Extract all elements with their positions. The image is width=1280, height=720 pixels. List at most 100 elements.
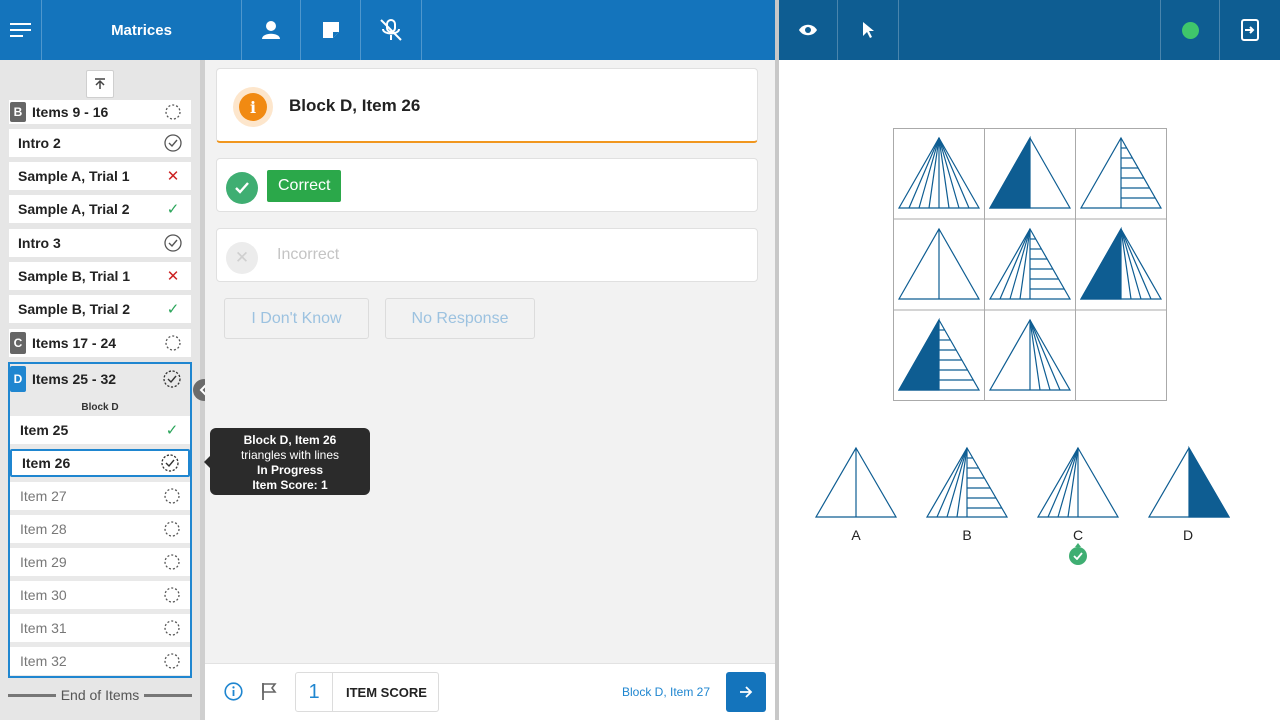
- examinee-button[interactable]: [242, 0, 301, 60]
- sidebar-item-label: Intro 3: [18, 235, 61, 251]
- arrow-to-top-icon: [95, 78, 105, 89]
- option-c-label[interactable]: C: [1068, 527, 1088, 543]
- microphone-off-icon: [380, 19, 402, 41]
- block-d-subtitle: Block D: [81, 402, 119, 413]
- not-started-icon: [154, 521, 190, 537]
- correct-check-icon: ✓: [166, 301, 180, 318]
- audio-recording-button[interactable]: [361, 0, 422, 60]
- item-title: Block D, Item 26: [289, 96, 421, 115]
- not-started-icon: [154, 554, 190, 570]
- not-started-icon: [154, 587, 190, 603]
- divider-line: [144, 693, 192, 697]
- subtest-title: Matrices: [42, 0, 242, 60]
- pointer-button[interactable]: [838, 0, 899, 60]
- matrix-cell-r1c1: [897, 136, 981, 209]
- not-started-icon: [155, 104, 191, 120]
- block-d-header[interactable]: D Items 25 - 32: [10, 364, 190, 394]
- block-letter-badge: B: [10, 102, 26, 122]
- item-info-card: i Block D, Item 26: [216, 68, 758, 143]
- in-progress-icon: [152, 454, 188, 472]
- sidebar-item-label: Item 31: [20, 620, 67, 636]
- sidebar-item-label: Sample B, Trial 1: [18, 268, 131, 284]
- tooltip-score: Item Score: 1: [252, 478, 328, 492]
- matrix-cell-r2c2: [988, 227, 1072, 300]
- status-dot-icon: [1181, 21, 1199, 39]
- option-a-figure[interactable]: [814, 446, 898, 518]
- hamburger-icon: [9, 23, 31, 37]
- incorrect-x-icon: ✕: [166, 268, 180, 285]
- matrix-puzzle: [893, 128, 1167, 401]
- scoring-panel: [205, 60, 775, 663]
- sidebar-item-intro-3[interactable]: Intro 3: [9, 229, 191, 257]
- option-d-figure[interactable]: [1147, 445, 1231, 518]
- not-started-icon: [154, 653, 190, 669]
- sidebar-block-d: D Items 25 - 32 Block D Item 25 ✓ Item 2…: [8, 362, 192, 678]
- in-progress-icon: [154, 370, 190, 388]
- option-b-figure[interactable]: [925, 446, 1009, 518]
- sidebar-block-label: Items 9 - 16: [32, 104, 109, 120]
- sidebar-item-sample-b-trial-2[interactable]: Sample B, Trial 2 ✓: [9, 295, 191, 323]
- matrix-cell-r2c3: [1079, 226, 1163, 300]
- sidebar-item-intro-2[interactable]: Intro 2: [9, 129, 191, 157]
- option-c-figure[interactable]: [1036, 446, 1120, 518]
- sidebar-item-26[interactable]: Item 26: [10, 449, 190, 477]
- item-score-box: 1 ITEM SCORE: [295, 672, 439, 712]
- sidebar-item-label: Item 29: [20, 554, 67, 570]
- sidebar-block-c[interactable]: C Items 17 - 24: [9, 329, 191, 357]
- sidebar-item-label: Item 25: [20, 422, 69, 438]
- sidebar-item-label: Item 27: [20, 488, 67, 504]
- matrix-cell-r2c1: [897, 227, 981, 300]
- block-letter-badge: C: [10, 332, 26, 354]
- menu-button[interactable]: [0, 0, 42, 60]
- matrix-cell-r3c2: [988, 318, 1072, 391]
- info-icon[interactable]: i: [233, 87, 273, 127]
- sidebar-item-28[interactable]: Item 28: [10, 515, 190, 543]
- sidebar-item-label: Intro 2: [18, 135, 61, 151]
- correct-check-icon: ✓: [165, 422, 179, 439]
- answer-options: [814, 445, 1231, 518]
- flag-button[interactable]: [261, 682, 277, 706]
- no-response-button[interactable]: No Response: [385, 298, 535, 339]
- end-of-items-label: End of Items: [60, 687, 140, 703]
- incorrect-x-icon: ✕: [166, 168, 180, 185]
- tooltip-title: Block D, Item 26: [243, 433, 337, 447]
- option-d-label[interactable]: D: [1178, 527, 1198, 543]
- preview-button[interactable]: [779, 0, 838, 60]
- option-b-label[interactable]: B: [957, 527, 977, 543]
- sidebar-item-label: Sample B, Trial 2: [18, 301, 131, 317]
- matrix-cell-r1c2: [988, 135, 1072, 209]
- sidebar-item-sample-a-trial-1[interactable]: Sample A, Trial 1 ✕: [9, 162, 191, 190]
- correct-response-row[interactable]: Correct: [216, 158, 758, 212]
- incorrect-response-row[interactable]: ✕ Incorrect: [216, 228, 758, 282]
- sidebar-item-25[interactable]: Item 25 ✓: [10, 416, 190, 444]
- scroll-to-top-button[interactable]: [86, 70, 114, 98]
- sidebar-item-29[interactable]: Item 29: [10, 548, 190, 576]
- sidebar-item-label: Sample A, Trial 2: [18, 201, 130, 217]
- subtest-title-text: Matrices: [111, 21, 172, 39]
- dont-know-button[interactable]: I Don't Know: [224, 298, 369, 339]
- note-icon: [322, 22, 339, 38]
- arrow-right-icon: [740, 686, 753, 698]
- connection-status: [1160, 0, 1220, 60]
- correct-button[interactable]: Correct: [267, 170, 342, 202]
- item-info-button[interactable]: [224, 682, 243, 706]
- sidebar-item-32[interactable]: Item 32: [10, 647, 190, 675]
- incorrect-button[interactable]: Incorrect: [277, 246, 339, 264]
- sidebar-item-31[interactable]: Item 31: [10, 614, 190, 642]
- next-item-button[interactable]: [726, 672, 766, 712]
- tooltip-description: triangles with lines: [240, 448, 340, 462]
- notes-button[interactable]: [301, 0, 361, 60]
- sidebar-item-label: Item 32: [20, 653, 67, 669]
- option-a-label[interactable]: A: [846, 527, 866, 543]
- complete-check-circle-icon: [155, 134, 191, 152]
- tooltip-status: In Progress: [256, 463, 324, 477]
- sidebar-item-label: Item 26: [22, 455, 71, 471]
- sidebar-item-30[interactable]: Item 30: [10, 581, 190, 609]
- exit-button[interactable]: [1220, 0, 1280, 60]
- sidebar-item-sample-b-trial-1[interactable]: Sample B, Trial 1 ✕: [9, 262, 191, 290]
- sidebar-block-b[interactable]: B Items 9 - 16: [9, 100, 191, 124]
- info-circle-icon: [224, 682, 243, 701]
- sidebar-item-27[interactable]: Item 27: [10, 482, 190, 510]
- item-score-label: ITEM SCORE: [346, 684, 427, 700]
- sidebar-item-sample-a-trial-2[interactable]: Sample A, Trial 2 ✓: [9, 195, 191, 223]
